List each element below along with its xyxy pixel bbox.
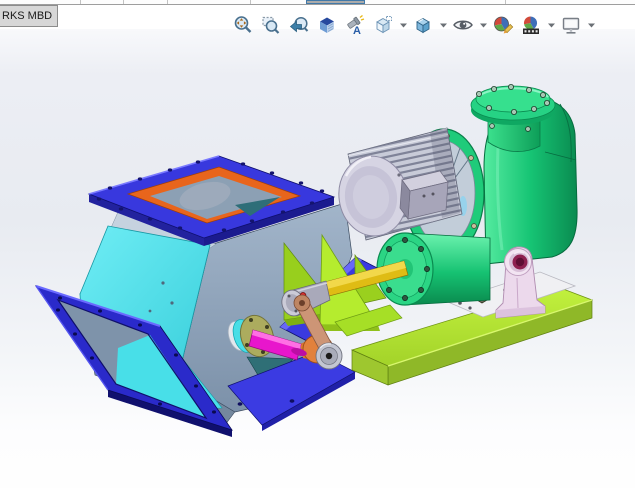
display-style-icon <box>416 17 430 34</box>
display-style-dropdown[interactable] <box>438 12 448 38</box>
crank-disc[interactable] <box>315 342 343 370</box>
hide-show-items-icon <box>453 20 473 30</box>
view-settings-icon <box>562 17 580 34</box>
chevron-down-icon <box>399 23 407 28</box>
chevron-down-icon <box>479 23 487 28</box>
view-orientation-dropdown[interactable] <box>398 12 408 38</box>
view-orientation-button[interactable] <box>370 12 396 38</box>
chevron-down-icon <box>587 23 595 28</box>
view-settings-dropdown[interactable] <box>586 12 596 38</box>
view-settings-button[interactable] <box>558 12 584 38</box>
hide-show-items-dropdown[interactable] <box>478 12 488 38</box>
previous-view-icon <box>289 16 309 33</box>
display-style-button[interactable] <box>410 12 436 38</box>
edit-appearance-icon <box>494 16 514 34</box>
apply-scene-button[interactable] <box>518 12 544 38</box>
solidworks-window: RKS MBD A <box>0 0 635 488</box>
chevron-down-icon <box>439 23 447 28</box>
tab-solidworks-mbd[interactable]: RKS MBD <box>0 5 58 27</box>
edit-appearance-button[interactable] <box>490 12 516 38</box>
heads-up-view-toolbar: A <box>230 11 596 39</box>
dynamic-annotation-views-icon: A <box>347 14 365 36</box>
apply-scene-icon <box>523 16 539 34</box>
zoom-to-area-icon <box>262 16 280 34</box>
tab-label: RKS MBD <box>2 10 53 22</box>
dynamic-annotation-views-button[interactable]: A <box>342 12 368 38</box>
svg-text:A: A <box>353 25 361 36</box>
toolbar-divider <box>0 4 635 5</box>
viewport-3d-model <box>34 84 594 437</box>
section-view-button[interactable] <box>314 12 340 38</box>
chevron-down-icon <box>547 23 555 28</box>
zoom-to-fit-icon <box>234 16 252 33</box>
zoom-to-fit-button[interactable] <box>230 12 256 38</box>
view-orientation-icon <box>376 16 392 34</box>
section-view-icon <box>320 17 334 33</box>
previous-view-button[interactable] <box>286 12 312 38</box>
hide-show-items-button[interactable] <box>450 12 476 38</box>
zoom-to-area-button[interactable] <box>258 12 284 38</box>
apply-scene-dropdown[interactable] <box>546 12 556 38</box>
